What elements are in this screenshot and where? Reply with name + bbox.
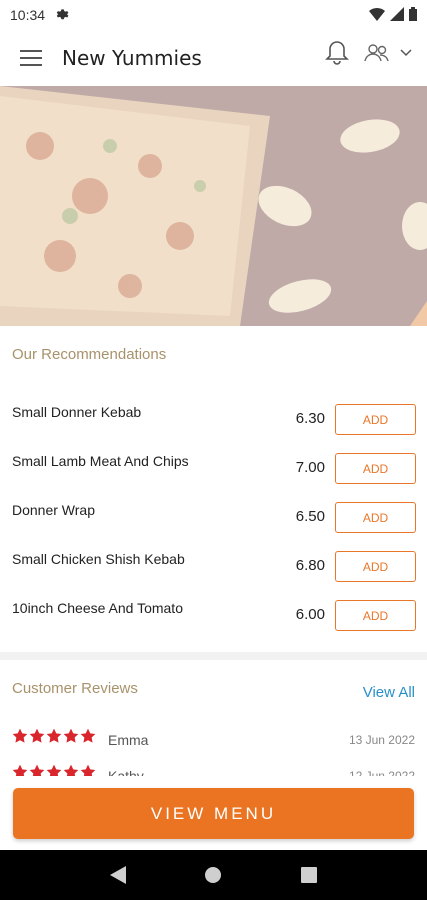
rating-stars <box>12 728 96 744</box>
recommendations-title: Our Recommendations <box>12 346 167 363</box>
item-name: Small Chicken Shish Kebab <box>12 551 185 567</box>
recents-square-icon <box>301 867 318 883</box>
page-title: New Yummies <box>62 46 202 70</box>
item-price: 6.80 <box>295 557 325 574</box>
view-all-link[interactable]: View All <box>363 684 415 701</box>
settings-icon <box>55 7 69 24</box>
recommendation-item: Small Donner Kebab 6.30 ADD <box>0 404 427 453</box>
hamburger-menu-button[interactable] <box>0 30 62 86</box>
battery-icon <box>409 7 417 24</box>
home-circle-icon <box>205 867 222 883</box>
system-nav-bar <box>0 850 427 900</box>
home-button[interactable] <box>193 855 233 895</box>
star-icon <box>12 728 28 743</box>
recents-button[interactable] <box>289 855 329 895</box>
recommendations-section: Our Recommendations Small Donner Kebab 6… <box>0 326 427 652</box>
recommendation-item: Donner Wrap 6.50 ADD <box>0 502 427 551</box>
item-name: 10inch Cheese And Tomato <box>12 600 183 616</box>
wifi-icon <box>369 7 385 24</box>
item-name: Small Donner Kebab <box>12 404 142 420</box>
notifications-button[interactable] <box>325 40 349 66</box>
item-price: 6.00 <box>295 606 325 623</box>
add-button[interactable]: ADD <box>335 600 416 631</box>
star-icon <box>80 728 96 743</box>
hero-image <box>0 86 427 326</box>
add-button[interactable]: ADD <box>335 502 416 533</box>
item-name: Donner Wrap <box>12 502 96 518</box>
recommendation-item: Small Chicken Shish Kebab 6.80 ADD <box>0 551 427 600</box>
star-icon <box>29 728 45 743</box>
bell-icon <box>325 41 349 65</box>
star-icon <box>46 728 62 743</box>
review-item: Emma 13 Jun 2022 <box>0 728 427 758</box>
recommendation-item: Small Lamb Meat And Chips 7.00 ADD <box>0 453 427 502</box>
users-icon <box>364 44 389 62</box>
section-divider <box>0 652 427 660</box>
user-switcher-button[interactable] <box>363 42 413 64</box>
recommendation-item: 10inch Cheese And Tomato 6.00 ADD <box>0 600 427 649</box>
item-price: 6.30 <box>295 410 325 427</box>
view-menu-button[interactable]: VIEW MENU <box>13 788 414 839</box>
signal-icon <box>390 7 404 24</box>
back-triangle-icon <box>109 866 126 884</box>
add-button[interactable]: ADD <box>335 453 416 484</box>
status-bar: 10:34 <box>0 0 427 30</box>
reviews-section: Customer Reviews View All Emma 13 Jun 20… <box>0 660 427 780</box>
back-button[interactable] <box>98 855 138 895</box>
app-bar: New Yummies <box>0 30 427 86</box>
item-name: Small Lamb Meat And Chips <box>12 453 189 469</box>
hamburger-icon <box>20 50 42 66</box>
chevron-down-icon <box>400 49 412 57</box>
status-time: 10:34 <box>10 7 46 23</box>
star-icon <box>63 728 79 743</box>
add-button[interactable]: ADD <box>335 404 416 435</box>
review-date: 13 Jun 2022 <box>348 733 415 747</box>
add-button[interactable]: ADD <box>335 551 416 582</box>
item-price: 6.50 <box>295 508 325 525</box>
reviewer-name: Emma <box>108 732 149 748</box>
item-price: 7.00 <box>295 459 325 476</box>
reviews-title: Customer Reviews <box>12 680 138 697</box>
